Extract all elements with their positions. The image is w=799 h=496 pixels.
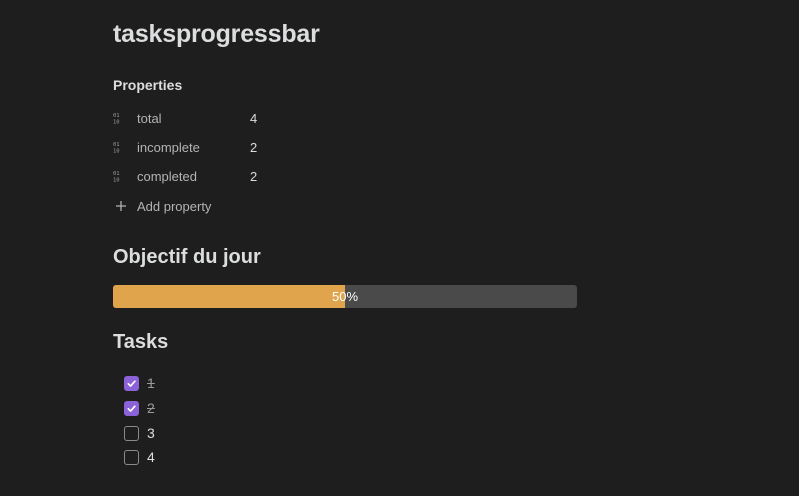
add-property-label: Add property bbox=[137, 198, 212, 214]
plus-icon bbox=[115, 198, 137, 214]
objective-heading: Objectif du jour bbox=[113, 246, 261, 268]
property-row-completed[interactable]: 01 10 completed 2 bbox=[113, 165, 257, 187]
checkmark-icon bbox=[127, 404, 136, 412]
svg-text:01: 01 bbox=[113, 113, 120, 119]
property-key[interactable]: incomplete bbox=[137, 140, 250, 155]
task-label[interactable]: 1 bbox=[147, 375, 155, 391]
daily-progress-bar: 50% bbox=[113, 285, 577, 308]
checkmark-icon bbox=[127, 379, 136, 387]
task-label[interactable]: 4 bbox=[147, 449, 155, 465]
task-item[interactable]: 4 bbox=[124, 448, 155, 466]
task-checkbox[interactable] bbox=[124, 375, 139, 391]
property-row-total[interactable]: 01 10 total 4 bbox=[113, 107, 257, 129]
property-key[interactable]: completed bbox=[137, 169, 250, 184]
number-property-icon[interactable]: 01 10 bbox=[113, 168, 137, 184]
number-property-icon[interactable]: 01 10 bbox=[113, 110, 137, 126]
add-property-button[interactable]: Add property bbox=[115, 198, 211, 214]
svg-text:10: 10 bbox=[113, 120, 120, 125]
task-checkbox[interactable] bbox=[124, 449, 139, 465]
property-value[interactable]: 4 bbox=[250, 111, 257, 126]
tasks-heading: Tasks bbox=[113, 331, 169, 353]
task-item[interactable]: 3 bbox=[124, 424, 155, 442]
property-value[interactable]: 2 bbox=[250, 140, 257, 155]
progress-label: 50% bbox=[331, 289, 359, 304]
svg-text:01: 01 bbox=[113, 142, 120, 148]
property-key[interactable]: total bbox=[137, 111, 250, 126]
svg-text:10: 10 bbox=[113, 178, 120, 183]
svg-text:10: 10 bbox=[113, 149, 120, 154]
number-property-icon[interactable]: 01 10 bbox=[113, 139, 137, 155]
page-title[interactable]: tasksprogressbar bbox=[113, 20, 320, 49]
task-checkbox[interactable] bbox=[124, 425, 139, 441]
svg-text:01: 01 bbox=[113, 171, 120, 177]
task-checkbox[interactable] bbox=[124, 400, 139, 416]
task-item[interactable]: 2 bbox=[124, 399, 155, 417]
note-page: tasksprogressbar Properties 01 10 total 4… bbox=[0, 0, 799, 496]
task-label[interactable]: 3 bbox=[147, 425, 155, 441]
property-row-incomplete[interactable]: 01 10 incomplete 2 bbox=[113, 136, 257, 158]
property-value[interactable]: 2 bbox=[250, 169, 257, 184]
task-item[interactable]: 1 bbox=[124, 374, 155, 392]
task-label[interactable]: 2 bbox=[147, 400, 155, 416]
properties-header[interactable]: Properties bbox=[113, 77, 182, 93]
